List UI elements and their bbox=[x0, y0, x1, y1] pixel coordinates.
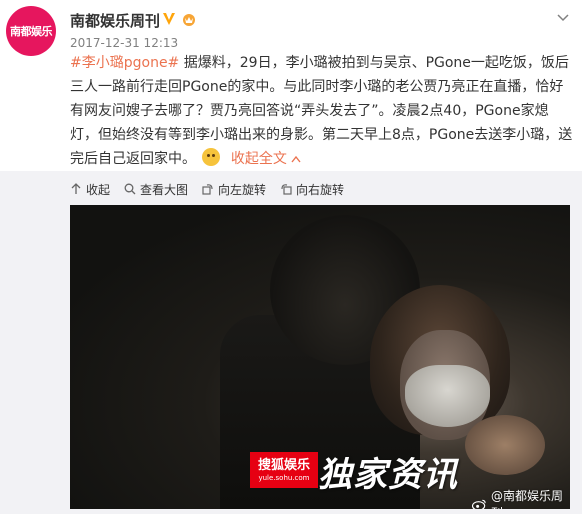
weibo-watermark: @南都娱乐周刊 bbox=[472, 487, 570, 509]
verified-badge-icon bbox=[163, 13, 175, 25]
vip-crown-icon bbox=[183, 14, 195, 26]
collapse-label: 收起 bbox=[86, 182, 111, 197]
sohu-logo-badge: 搜狐娱乐 yule.sohu.com bbox=[250, 452, 318, 488]
hashtag-link[interactable]: #李小璐pgone# bbox=[70, 55, 179, 71]
rotate-right-label: 向右旋转 bbox=[296, 182, 345, 197]
post-photo[interactable]: 搜狐娱乐 yule.sohu.com 独家资讯 @南都娱乐周刊 bbox=[70, 205, 570, 509]
photo-face-mask bbox=[405, 365, 490, 427]
watermark-text: @南都娱乐周刊 bbox=[491, 489, 564, 509]
magnifier-icon bbox=[124, 183, 136, 195]
avatar-logo-text: 南都娱乐 bbox=[10, 25, 53, 38]
exclusive-news-caption: 独家资讯 bbox=[318, 455, 458, 495]
rotate-right-icon bbox=[281, 184, 292, 195]
view-large-label: 查看大图 bbox=[140, 182, 189, 197]
photo-hand bbox=[465, 415, 545, 475]
media-toolbar: 收起 查看大图 向左旋转 向右旋转 bbox=[70, 178, 358, 200]
more-options-chevron-icon[interactable] bbox=[554, 8, 572, 26]
collapse-arrow-icon bbox=[71, 183, 81, 194]
post-content: #李小璐pgone# 据爆料，29日，李小璐被拍到与吴京、PGone一起吃饭，饭… bbox=[70, 51, 575, 171]
collapse-full-text-link[interactable]: 收起全文 bbox=[231, 151, 301, 167]
collapse-full-text-label: 收起全文 bbox=[230, 151, 287, 167]
post-timestamp[interactable]: 2017-12-31 12:13 bbox=[70, 36, 178, 50]
sohu-logo-url: yule.sohu.com bbox=[258, 473, 310, 482]
rotate-right-button[interactable]: 向右旋转 bbox=[280, 181, 344, 198]
rotate-left-label: 向左旋转 bbox=[218, 182, 267, 197]
sohu-logo-title: 搜狐娱乐 bbox=[257, 457, 310, 473]
chevron-up-icon bbox=[291, 155, 301, 163]
weibo-logo-icon bbox=[472, 499, 486, 509]
sweat-smile-emoji-icon bbox=[202, 148, 221, 166]
user-avatar[interactable]: 南都娱乐 bbox=[6, 6, 56, 56]
rotate-left-button[interactable]: 向左旋转 bbox=[202, 181, 266, 198]
rotate-left-icon bbox=[202, 184, 213, 195]
weibo-post-card: 南都娱乐 南都娱乐周刊 2017-12-31 12:13 #李小璐pgone# … bbox=[0, 0, 582, 514]
view-large-image-button[interactable]: 查看大图 bbox=[124, 181, 188, 198]
collapse-image-button[interactable]: 收起 bbox=[70, 181, 110, 198]
username[interactable]: 南都娱乐周刊 bbox=[70, 10, 160, 31]
post-body-text: 据爆料，29日，李小璐被拍到与吴京、PGone一起吃饭，饭后三人一路前行走回PG… bbox=[70, 55, 573, 167]
